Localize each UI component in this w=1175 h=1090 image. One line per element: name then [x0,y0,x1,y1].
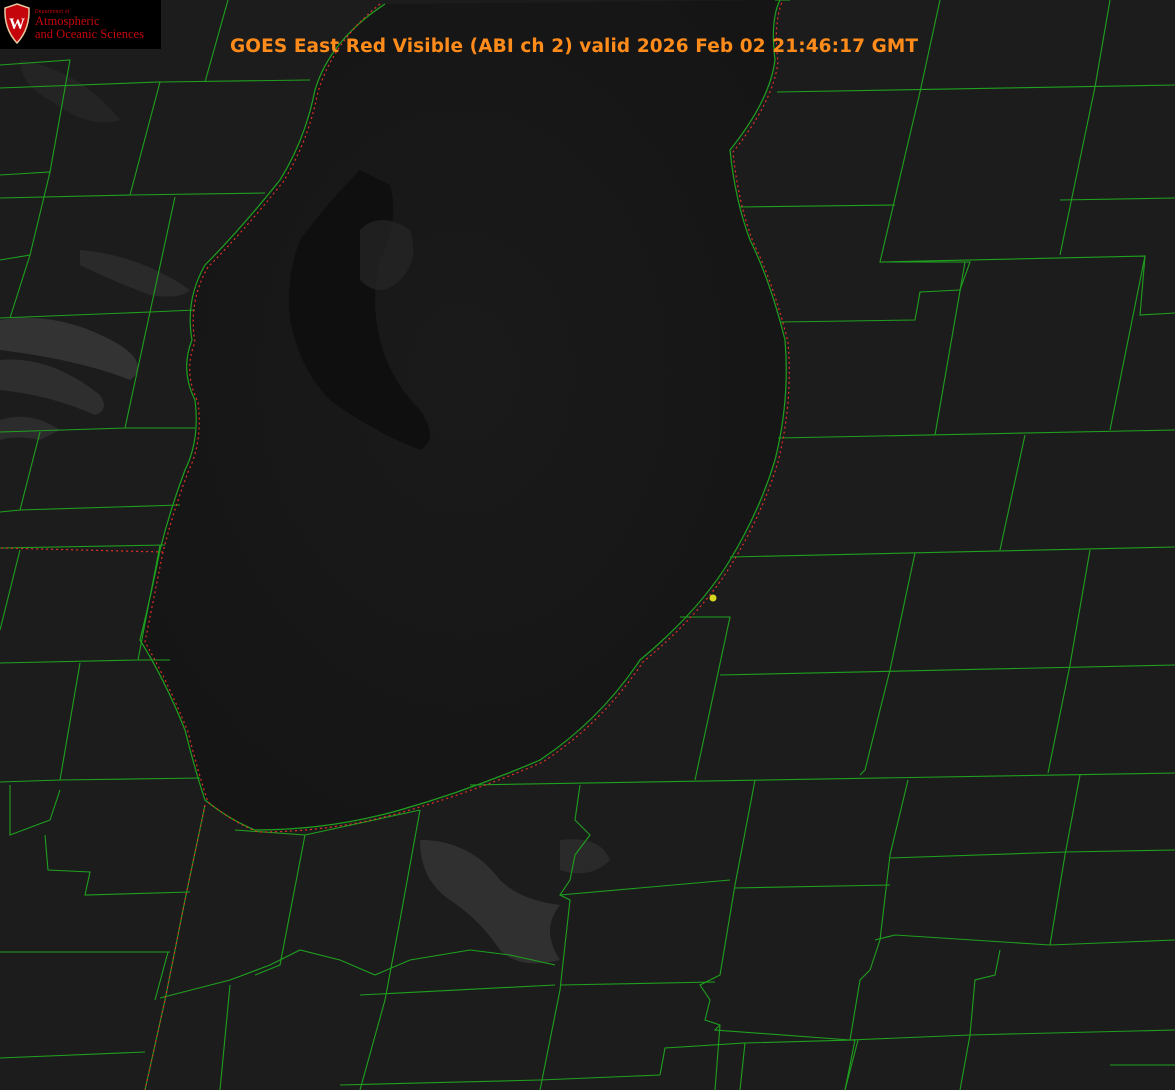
image-title: GOES East Red Visible (ABI ch 2) valid 2… [230,36,919,57]
satellite-map [0,0,1175,1090]
station-marker [709,594,717,602]
shield-letter: W [9,16,25,33]
uw-aos-logo: W Department of Atmospheric and Oceanic … [0,0,161,49]
uw-crest-icon: W [4,3,30,45]
logo-line2: and Oceanic Sciences [35,27,144,41]
